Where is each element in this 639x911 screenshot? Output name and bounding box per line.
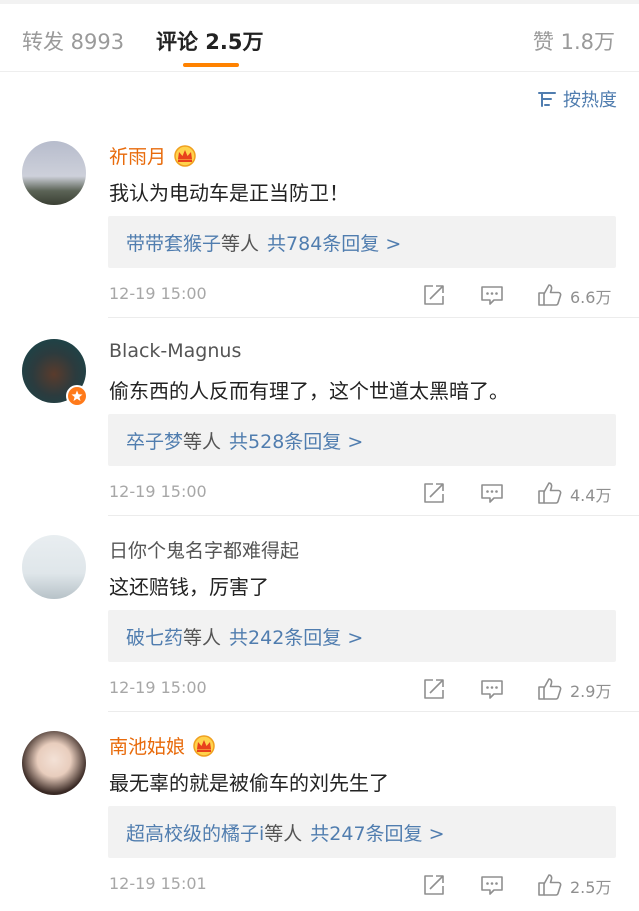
- share-icon[interactable]: [422, 283, 446, 307]
- reply-suffix: 等人: [264, 822, 303, 845]
- comment-divider: [108, 317, 639, 318]
- avatar[interactable]: [22, 731, 86, 795]
- comment-item: 日你个鬼名字都难得起 这还赔钱，厉害了 破七药 等人 共242条回复 > 12-…: [0, 516, 639, 712]
- reply-count-link[interactable]: 共528条回复 >: [229, 427, 363, 454]
- reply-count-link[interactable]: 共247条回复 >: [310, 819, 444, 846]
- sort-by-hot-button[interactable]: 按热度: [537, 86, 617, 112]
- commenter-name-text: 祈雨月: [109, 146, 167, 168]
- like-count: 2.9万: [570, 682, 612, 701]
- comment-item: 南池姑娘 最无辜的就是被偷车的刘先生了 超高校级的橘子i 等人 共247条回复 …: [0, 712, 639, 908]
- thumbs-up-icon[interactable]: [537, 873, 563, 897]
- active-tab-indicator: [183, 63, 239, 67]
- like-count: 6.6万: [570, 288, 612, 307]
- comment-item: Black-Magnus 偷东西的人反而有理了，这个世道太黑暗了。 卒子梦 等人…: [0, 320, 639, 516]
- reply-users[interactable]: 卒子梦: [126, 427, 183, 454]
- thumbs-up-icon[interactable]: [537, 481, 563, 505]
- replies-preview[interactable]: 破七药 等人 共242条回复 >: [108, 610, 616, 662]
- commenter-name-text: 日你个鬼名字都难得起: [109, 540, 300, 562]
- timestamp: 12-19 15:01: [109, 874, 207, 893]
- tab-repost[interactable]: 转发 8993: [22, 26, 124, 56]
- vip-crown-icon: [193, 734, 215, 757]
- commenter-name[interactable]: 日你个鬼名字都难得起: [109, 536, 299, 563]
- reply-users[interactable]: 带带套猴子: [126, 229, 221, 256]
- comment-meta: 12-19 15:00 4.4万: [0, 478, 639, 508]
- reply-suffix: 等人: [183, 626, 222, 649]
- share-icon[interactable]: [422, 677, 446, 701]
- share-icon[interactable]: [422, 481, 446, 505]
- commenter-name[interactable]: 南池姑娘: [109, 732, 217, 759]
- comment-icon[interactable]: [480, 873, 504, 897]
- reply-count-link[interactable]: 共242条回复 >: [229, 623, 363, 650]
- replies-preview[interactable]: 带带套猴子 等人 共784条回复 >: [108, 216, 616, 268]
- commenter-name[interactable]: Black-Magnus: [109, 340, 241, 362]
- reply-users[interactable]: 超高校级的橘子i: [126, 819, 264, 846]
- like-count: 2.5万: [570, 878, 612, 897]
- comment-meta: 12-19 15:01 2.5万: [0, 870, 639, 900]
- timestamp: 12-19 15:00: [109, 678, 207, 697]
- replies-preview[interactable]: 卒子梦 等人 共528条回复 >: [108, 414, 616, 466]
- like-count: 4.4万: [570, 486, 612, 505]
- thumbs-up-icon[interactable]: [537, 283, 563, 307]
- avatar[interactable]: [22, 535, 86, 599]
- comment-item: 祈雨月 我认为电动车是正当防卫！ 带带套猴子 等人 共784条回复 > 12-1…: [0, 122, 639, 318]
- verified-badge-icon: [66, 385, 88, 407]
- vip-crown-icon: [174, 144, 196, 167]
- reply-count-link[interactable]: 共784条回复 >: [267, 229, 401, 256]
- tab-comments[interactable]: 评论 2.5万: [156, 26, 264, 56]
- reply-suffix: 等人: [221, 232, 260, 255]
- timestamp: 12-19 15:00: [109, 284, 207, 303]
- comment-meta: 12-19 15:00 2.9万: [0, 674, 639, 704]
- comment-icon[interactable]: [480, 481, 504, 505]
- share-icon[interactable]: [422, 873, 446, 897]
- avatar[interactable]: [22, 141, 86, 205]
- comment-text: 偷东西的人反而有理了，这个世道太黑暗了。: [109, 379, 509, 403]
- sort-label: 按热度: [563, 90, 617, 111]
- reply-users[interactable]: 破七药: [126, 623, 183, 650]
- comment-text: 我认为电动车是正当防卫！: [109, 181, 349, 205]
- comment-text: 最无辜的就是被偷车的刘先生了: [109, 771, 389, 795]
- comment-meta: 12-19 15:00 6.6万: [0, 280, 639, 310]
- sort-lines-icon: [538, 92, 556, 107]
- thumbs-up-icon[interactable]: [537, 677, 563, 701]
- commenter-name-text: 南池姑娘: [109, 736, 186, 758]
- timestamp: 12-19 15:00: [109, 482, 207, 501]
- commenter-name-text: Black-Magnus: [109, 340, 242, 362]
- replies-preview[interactable]: 超高校级的橘子i 等人 共247条回复 >: [108, 806, 616, 858]
- tab-likes[interactable]: 赞 1.8万: [533, 26, 615, 56]
- comment-icon[interactable]: [480, 677, 504, 701]
- comment-text: 这还赔钱，厉害了: [109, 575, 269, 599]
- tab-bar: 转发 8993 评论 2.5万 赞 1.8万: [0, 4, 639, 72]
- comment-icon[interactable]: [480, 283, 504, 307]
- reply-suffix: 等人: [183, 430, 222, 453]
- commenter-name[interactable]: 祈雨月: [109, 142, 198, 169]
